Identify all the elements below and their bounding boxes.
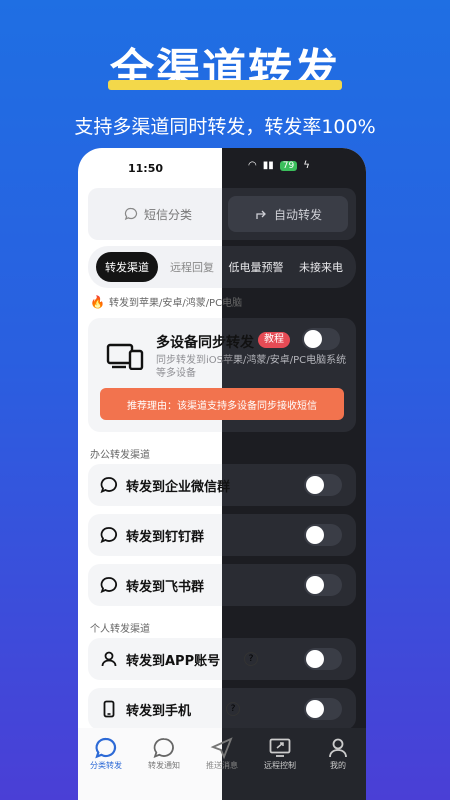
row-label: 转发到钉钉群 bbox=[126, 526, 204, 545]
segment-auto-forward[interactable]: 自动转发 bbox=[228, 196, 348, 232]
segment-label-right: 自动转发 bbox=[273, 207, 322, 222]
row-label-text: 转发到APP账号 bbox=[126, 654, 221, 669]
fire-icon: 🔥 bbox=[90, 294, 105, 309]
send-icon bbox=[210, 737, 233, 760]
status-time: 11:50 bbox=[128, 162, 164, 175]
devices-icon bbox=[106, 343, 144, 370]
phone-toggle[interactable] bbox=[304, 698, 342, 720]
app-account-toggle[interactable] bbox=[304, 648, 342, 670]
chat-bubble-icon bbox=[100, 527, 118, 544]
tab-remote-reply[interactable]: 远程回复 bbox=[164, 252, 220, 282]
feishu-toggle[interactable] bbox=[304, 574, 342, 596]
phone-screen: 11:50 ◠ ▮▮ 79 ϟ 短信分类 自动转发 转发渠道 远程回复 低电量预… bbox=[78, 148, 366, 800]
help-icon[interactable]: ? bbox=[244, 652, 258, 666]
hero-subtitle: 支持多渠道同时转发，转发率100% bbox=[74, 116, 376, 138]
row-label: 转发到企业微信群 bbox=[126, 476, 230, 495]
row-app-account[interactable]: 转发到APP账号 ? bbox=[88, 638, 356, 680]
row-wecom-group[interactable]: 转发到企业微信群 bbox=[88, 464, 356, 506]
dingtalk-toggle[interactable] bbox=[304, 524, 342, 546]
toggle-knob bbox=[306, 700, 324, 718]
mode-segment: 短信分类 自动转发 bbox=[88, 188, 356, 240]
tab-low-battery[interactable]: 低电量预警 bbox=[226, 252, 286, 282]
wifi-icon: ◠ bbox=[248, 160, 257, 171]
nav-push-message[interactable]: 推送消息 bbox=[194, 736, 250, 771]
toggle-knob bbox=[304, 330, 322, 348]
nav-label: 我的 bbox=[330, 761, 346, 770]
user-icon bbox=[101, 651, 117, 667]
charging-icon: ϟ bbox=[303, 160, 310, 171]
toggle-knob bbox=[306, 476, 324, 494]
segment-sms-category[interactable]: 短信分类 bbox=[98, 196, 218, 232]
nav-remote-control[interactable]: 远程控制 bbox=[252, 736, 308, 771]
tutorial-badge[interactable]: 教程 bbox=[258, 332, 290, 348]
section-office: 办公转发渠道 bbox=[90, 446, 150, 461]
featured-description: 同步转发到iOS苹果/鸿蒙/安卓/PC电脑系统等多设备 bbox=[156, 354, 352, 380]
section-featured: 🔥 转发到苹果/安卓/鸿蒙/PC电脑 bbox=[90, 294, 243, 310]
nav-category-forward[interactable]: 分类转发 bbox=[78, 736, 134, 771]
recommend-reason: 推荐理由：该渠道支持多设备同步接收短信 bbox=[100, 388, 344, 420]
nav-label: 分类转发 bbox=[90, 761, 122, 770]
segment-label-left: 短信分类 bbox=[143, 207, 192, 222]
toggle-knob bbox=[306, 650, 324, 668]
featured-title: 多设备同步转发 bbox=[156, 335, 254, 351]
featured-toggle[interactable] bbox=[302, 328, 340, 350]
chat-bubble-icon bbox=[95, 737, 117, 759]
hero-underline bbox=[108, 80, 342, 90]
user-icon bbox=[329, 738, 347, 758]
monitor-icon bbox=[269, 738, 291, 757]
phone-icon bbox=[103, 700, 115, 718]
chat-bubble-icon bbox=[153, 738, 174, 759]
nav-label: 转发通知 bbox=[148, 761, 180, 770]
toggle-knob bbox=[306, 576, 324, 594]
chat-icon bbox=[124, 207, 138, 221]
tab-bar: 转发渠道 远程回复 低电量预警 未接来电 bbox=[88, 246, 356, 288]
bottom-nav: 分类转发 转发通知 推送消息 远程控制 我的 bbox=[78, 728, 366, 800]
section-office-label: 办公转发渠道 bbox=[90, 450, 150, 461]
chat-bubble-icon bbox=[100, 477, 118, 494]
battery-indicator: 79 bbox=[279, 160, 298, 171]
row-feishu-group[interactable]: 转发到飞书群 bbox=[88, 564, 356, 606]
section-personal: 个人转发渠道 bbox=[90, 620, 150, 635]
row-label: 转发到APP账号 bbox=[126, 650, 220, 669]
nav-forward-notice[interactable]: 转发通知 bbox=[136, 736, 192, 771]
section-personal-label: 个人转发渠道 bbox=[90, 624, 150, 635]
nav-profile[interactable]: 我的 bbox=[310, 736, 366, 771]
tab-forward-channels[interactable]: 转发渠道 bbox=[96, 252, 158, 282]
section-featured-label: 转发到苹果/安卓/鸿蒙/PC电脑 bbox=[108, 298, 243, 309]
toggle-knob bbox=[306, 526, 324, 544]
status-icons: ◠ ▮▮ 79 ϟ bbox=[248, 160, 310, 171]
forward-icon bbox=[256, 210, 266, 219]
featured-card[interactable]: 多设备同步转发 教程 同步转发到iOS苹果/鸿蒙/安卓/PC电脑系统等多设备 推… bbox=[88, 318, 356, 432]
nav-label: 远程控制 bbox=[264, 761, 296, 770]
wecom-toggle[interactable] bbox=[304, 474, 342, 496]
row-dingtalk-group[interactable]: 转发到钉钉群 bbox=[88, 514, 356, 556]
row-label: 转发到飞书群 bbox=[126, 576, 204, 595]
help-icon[interactable]: ? bbox=[226, 702, 240, 716]
tab-missed-calls[interactable]: 未接来电 bbox=[292, 252, 350, 282]
row-phone[interactable]: 转发到手机 ? bbox=[88, 688, 356, 730]
nav-label: 推送消息 bbox=[206, 761, 238, 770]
signal-icon: ▮▮ bbox=[262, 160, 274, 171]
row-label: 转发到手机 bbox=[126, 700, 191, 719]
row-label-text: 转发到手机 bbox=[126, 704, 192, 719]
chat-bubble-icon bbox=[100, 577, 118, 594]
